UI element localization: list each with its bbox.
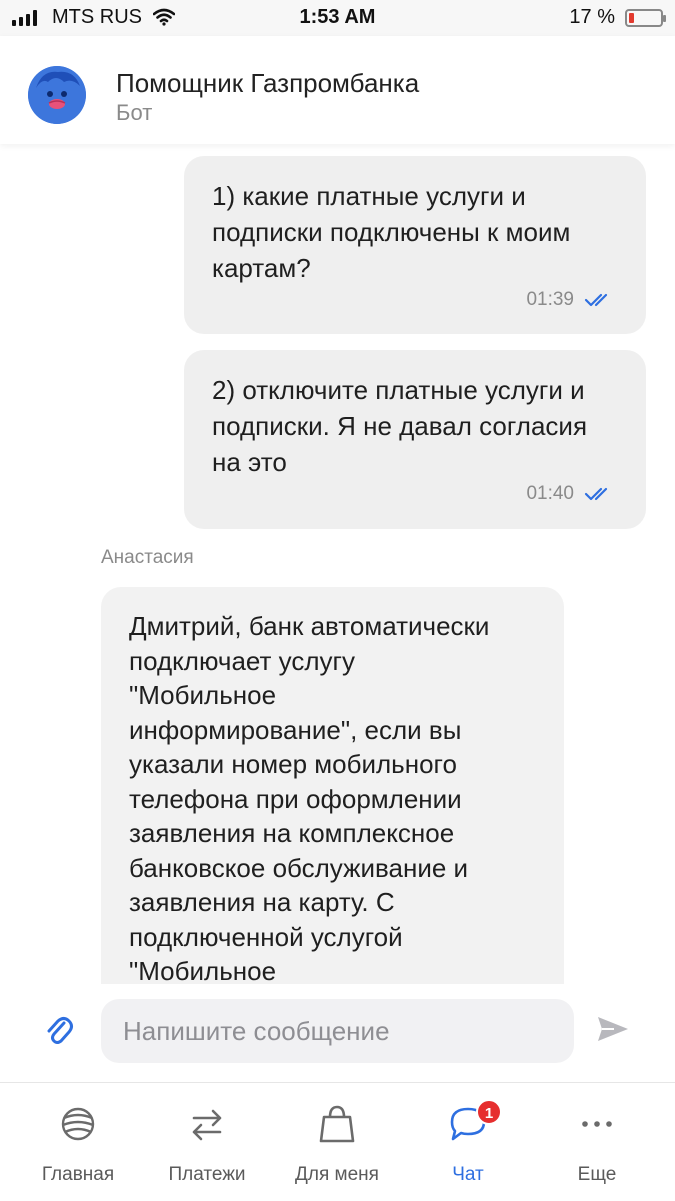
message-meta: 01:40 <box>526 483 614 505</box>
outgoing-message[interactable]: 1) какие платные услуги и подписки подкл… <box>184 156 646 334</box>
send-icon[interactable] <box>596 1014 630 1049</box>
tab-label: Платежи <box>168 1164 246 1185</box>
battery-percent: 17 % <box>569 6 615 28</box>
tab-payments[interactable]: Платежи <box>147 1083 267 1201</box>
tab-label: Еще <box>577 1164 617 1185</box>
tab-label: Чат <box>452 1164 484 1185</box>
double-check-icon <box>584 293 608 307</box>
message-input[interactable] <box>101 999 574 1063</box>
incoming-message[interactable]: Дмитрий, банк автоматически подключает у… <box>101 587 564 984</box>
tab-for-me[interactable]: Для меня <box>277 1083 397 1201</box>
shopping-bag-icon <box>319 1105 355 1143</box>
battery-icon <box>625 9 666 27</box>
status-bar: MTS RUS 1:53 AM 17 % <box>0 0 675 36</box>
sender-name: Анастасия <box>101 547 194 568</box>
chat-title: Помощник Газпромбанка <box>116 68 420 98</box>
tab-home[interactable]: Главная <box>18 1083 138 1201</box>
message-composer <box>0 984 675 1082</box>
transfer-arrows-icon <box>192 1109 222 1141</box>
message-text: 1) какие платные услуги и подписки подкл… <box>212 181 571 283</box>
paperclip-icon[interactable] <box>44 1014 74 1053</box>
tab-label: Для меня <box>295 1164 379 1185</box>
chat-header: Помощник Газпромбанка Бот <box>0 36 675 144</box>
double-check-icon <box>584 487 608 501</box>
message-time: 01:40 <box>526 483 574 504</box>
bot-avatar[interactable] <box>28 66 86 124</box>
message-meta: 01:39 <box>526 289 614 311</box>
unread-badge: 1 <box>476 1099 502 1125</box>
more-dots-icon <box>582 1121 612 1127</box>
message-time: 01:39 <box>526 289 574 310</box>
bottom-tab-bar: Главная Платежи Для меня 1 Чат Еще <box>0 1082 675 1200</box>
outgoing-message[interactable]: 2) отключите платные услуги и подписки. … <box>184 350 646 529</box>
message-text: 2) отключите платные услуги и подписки. … <box>212 375 588 477</box>
tab-chat[interactable]: 1 Чат <box>408 1083 528 1201</box>
message-list[interactable]: 1) какие платные услуги и подписки подкл… <box>0 144 675 984</box>
tab-label: Главная <box>41 1164 115 1185</box>
chat-subtitle: Бот <box>116 100 153 125</box>
home-logo-icon <box>61 1107 95 1141</box>
tab-more[interactable]: Еще <box>537 1083 657 1201</box>
message-text: Дмитрий, банк автоматически подключает у… <box>129 611 490 984</box>
